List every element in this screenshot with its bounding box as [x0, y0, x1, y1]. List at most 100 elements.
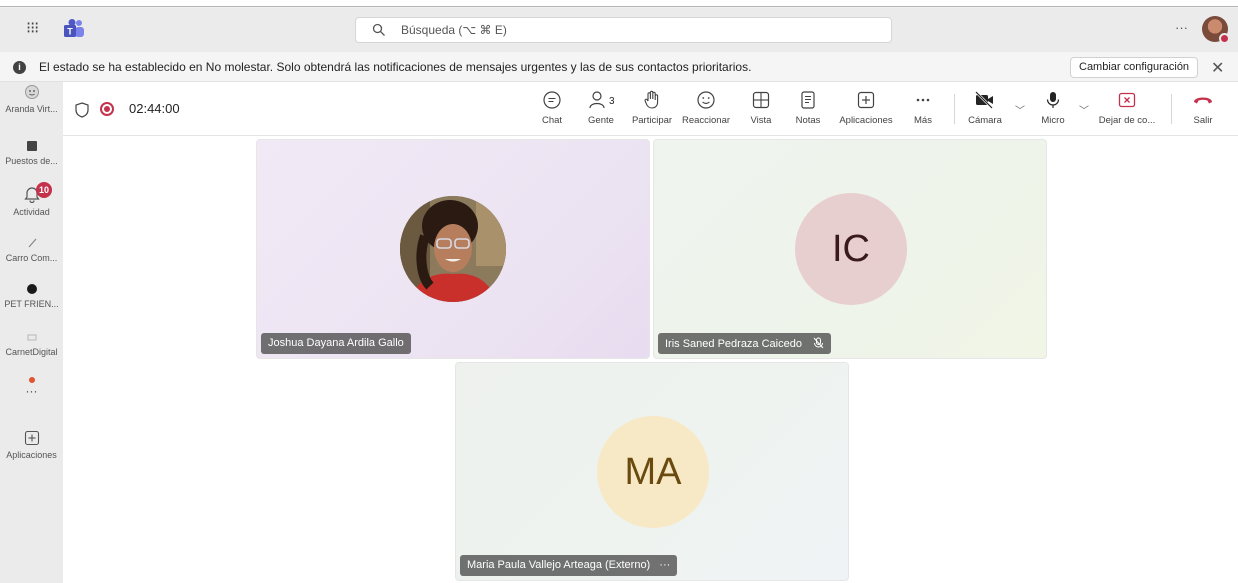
camera-off-icon	[975, 91, 993, 109]
add-app-icon	[24, 430, 39, 446]
rail-label: Puestos de...	[5, 156, 58, 166]
rail-label: Actividad	[13, 207, 50, 217]
emoji-icon	[697, 91, 715, 109]
search-placeholder: Búsqueda (⌥ ⌘ E)	[401, 23, 507, 37]
participant-name: Maria Paula Vallejo Arteaga (Externo)	[467, 559, 651, 571]
teams-logo-icon: T	[64, 19, 84, 37]
search-icon	[372, 23, 385, 36]
people-label: Gente	[588, 115, 614, 126]
title-bar: ⁝⁝⁝ T Búsqueda (⌥ ⌘ E) ···	[0, 8, 1238, 52]
chat-button[interactable]: Chat	[537, 90, 567, 126]
mic-options-chevron-icon[interactable]: ﹀	[1079, 102, 1089, 117]
pencil-icon	[28, 238, 36, 248]
app-square-icon	[26, 141, 37, 151]
rail-label: Aranda Virt...	[5, 104, 58, 114]
view-label: Vista	[750, 115, 772, 126]
notes-icon	[801, 91, 815, 109]
rail-item-pet[interactable]: PET FRIEN...	[0, 283, 63, 309]
svg-text:T: T	[67, 27, 73, 37]
rail-item-more[interactable]: ···	[0, 376, 63, 398]
info-icon: i	[13, 61, 26, 74]
app-rail: Aranda Virt... Puestos de... 10 Activida…	[0, 82, 63, 583]
rail-item-puestos[interactable]: Puestos de...	[0, 140, 63, 166]
leave-label: Salir	[1193, 115, 1213, 126]
people-button[interactable]: 3 Gente	[583, 90, 619, 126]
more-actions-button[interactable]: Más	[909, 90, 937, 126]
rail-label: Carro Com...	[5, 253, 58, 263]
stop-share-icon	[1118, 92, 1136, 108]
control-separator	[954, 94, 955, 124]
participant-initials-avatar: MA	[597, 416, 709, 528]
camera-button[interactable]: Cámara	[963, 90, 1007, 126]
add-icon	[857, 91, 875, 109]
participant-more-button[interactable]: ···	[659, 559, 670, 571]
meeting-stage: Joshua Dayana Ardila Gallo IC Iris Saned…	[63, 136, 1238, 583]
participant-name-tag: Iris Saned Pedraza Caicedo	[658, 333, 832, 354]
react-label: Reaccionar	[681, 115, 731, 126]
participant-tile[interactable]: IC Iris Saned Pedraza Caicedo	[653, 139, 1047, 359]
participant-photo	[400, 196, 506, 302]
window-top-edge	[0, 0, 1238, 7]
notes-button[interactable]: Notas	[793, 90, 823, 126]
mic-muted-icon	[813, 337, 824, 349]
hang-up-icon	[1194, 97, 1212, 104]
participant-name-tag: Maria Paula Vallejo Arteaga (Externo) ··…	[460, 555, 678, 576]
notes-label: Notas	[795, 115, 821, 126]
hand-icon	[644, 90, 659, 109]
change-settings-button[interactable]: Cambiar configuración	[1070, 57, 1199, 78]
bot-icon	[24, 85, 39, 99]
microphone-icon	[1046, 92, 1060, 108]
participant-name: Iris Saned Pedraza Caicedo	[665, 338, 802, 350]
apps-label: Aplicaciones	[839, 115, 893, 126]
view-button[interactable]: Vista	[746, 90, 776, 126]
rail-item-aranda[interactable]: Aranda Virt...	[0, 84, 63, 114]
status-notification-banner: i El estado se ha establecido en No mole…	[0, 52, 1238, 82]
search-box[interactable]: Búsqueda (⌥ ⌘ E)	[355, 17, 892, 43]
meeting-control-bar: 02:44:00 Chat 3 Gente Participar Reaccio…	[63, 82, 1238, 136]
svg-text:3: 3	[609, 96, 615, 107]
more-icon	[916, 98, 930, 102]
participant-name-tag: Joshua Dayana Ardila Gallo	[261, 333, 411, 354]
user-avatar[interactable]	[1202, 16, 1230, 44]
shield-icon	[75, 102, 89, 118]
participant-initials-avatar: IC	[795, 193, 907, 305]
app-launcher-icon[interactable]: ⁝⁝⁝	[26, 21, 39, 37]
grid-view-icon	[752, 91, 770, 109]
rail-item-carro[interactable]: Carro Com...	[0, 237, 63, 263]
mic-label: Micro	[1041, 115, 1065, 126]
participant-photo-image	[400, 196, 506, 302]
meeting-timer: 02:44:00	[129, 101, 180, 116]
people-icon: 3	[589, 91, 615, 109]
id-card-icon	[27, 334, 36, 341]
stop-sharing-button[interactable]: Dejar de co...	[1095, 90, 1159, 126]
notification-message: El estado se ha establecido en No molest…	[39, 60, 752, 74]
rail-item-activity[interactable]: 10 Actividad	[0, 182, 63, 217]
leave-button[interactable]: Salir	[1188, 90, 1218, 126]
close-banner-button[interactable]: ✕	[1211, 58, 1224, 78]
stop-sharing-label: Dejar de co...	[1098, 115, 1156, 126]
control-separator	[1171, 94, 1172, 124]
rail-item-carnet[interactable]: CarnetDigital	[0, 331, 63, 357]
recording-icon	[100, 102, 114, 116]
participant-tile[interactable]: MA Maria Paula Vallejo Arteaga (Externo)…	[455, 362, 849, 581]
camera-label: Cámara	[968, 115, 1002, 126]
rail-label: CarnetDigital	[5, 347, 58, 357]
participant-tile[interactable]: Joshua Dayana Ardila Gallo	[256, 139, 650, 359]
chat-label: Chat	[541, 115, 563, 126]
react-button[interactable]: Reaccionar	[679, 90, 733, 126]
apps-button[interactable]: Aplicaciones	[835, 90, 897, 126]
rail-label: PET FRIEN...	[4, 299, 59, 309]
dnd-status-icon	[1219, 33, 1230, 44]
camera-options-chevron-icon[interactable]: ﹀	[1015, 102, 1025, 117]
rail-label: Aplicaciones	[6, 450, 57, 460]
rail-item-apps[interactable]: Aplicaciones	[0, 430, 63, 460]
chat-icon	[543, 91, 561, 109]
mic-button[interactable]: Micro	[1033, 90, 1073, 126]
raise-hand-label: Participar	[631, 115, 673, 126]
more-label: Más	[914, 115, 932, 126]
app-circle-icon	[26, 284, 37, 294]
activity-badge: 10	[36, 182, 52, 198]
settings-more-button[interactable]: ···	[1175, 20, 1188, 35]
more-apps-label: ···	[25, 384, 38, 398]
raise-hand-button[interactable]: Participar	[627, 90, 677, 126]
